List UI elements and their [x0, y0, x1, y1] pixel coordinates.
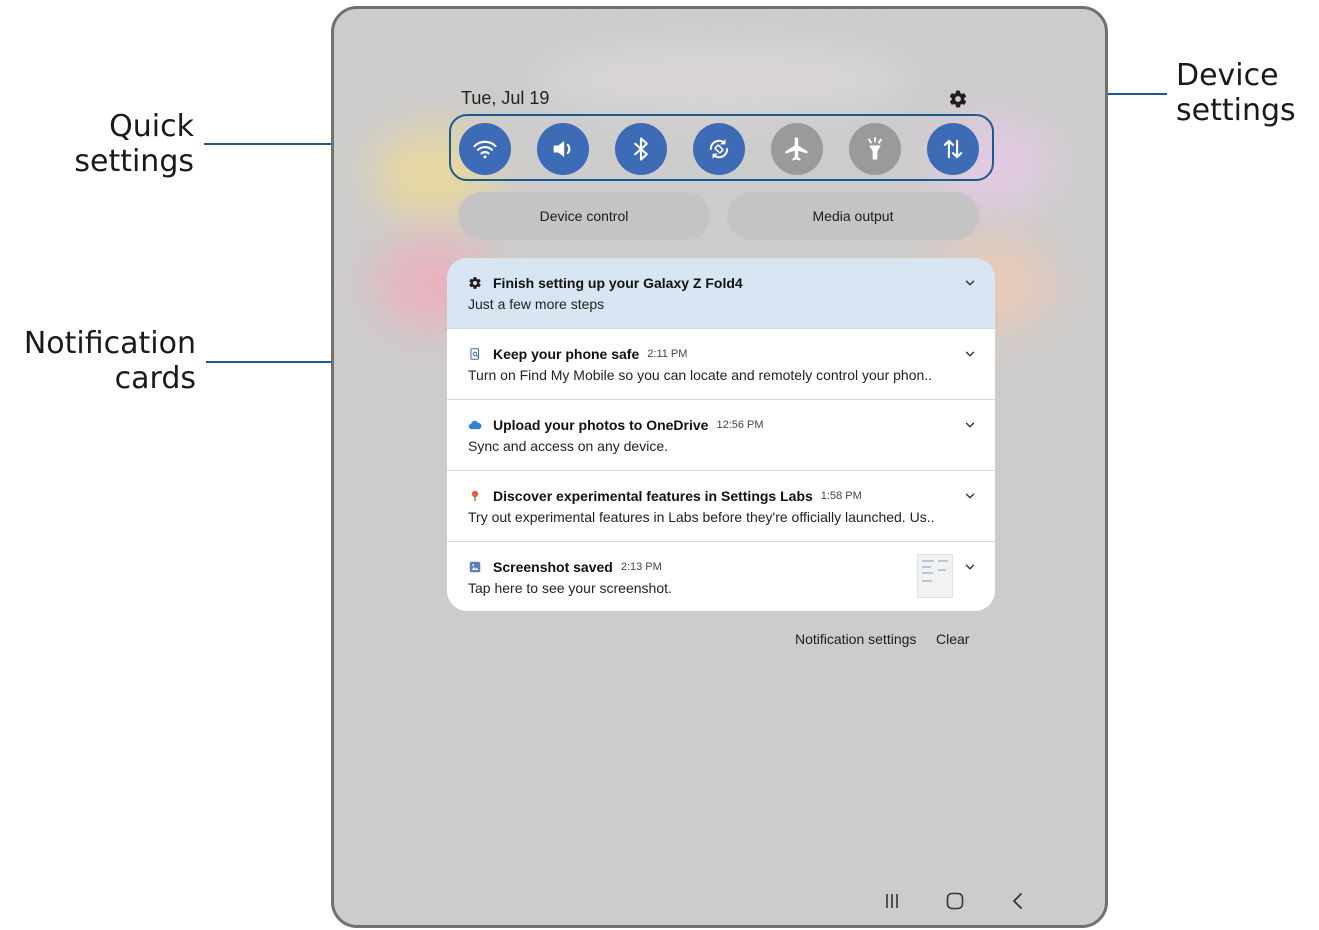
- notification-card-setup[interactable]: Finish setting up your Galaxy Z Fold4 Ju…: [447, 258, 995, 329]
- notification-time: 2:13 PM: [620, 561, 662, 573]
- tablet-screen: Tue, Jul 19 Device control Media output …: [331, 6, 1108, 928]
- notification-card-settings-labs[interactable]: Discover experimental features in Settin…: [447, 471, 995, 542]
- device-control-button[interactable]: Device control: [458, 192, 710, 240]
- callout-device-settings-line2: settings: [1176, 93, 1296, 128]
- flashlight-toggle[interactable]: [849, 123, 901, 175]
- callout-notification-cards: Notification cards: [4, 326, 196, 396]
- notification-card-find-mobile[interactable]: Keep your phone safe 2:11 PM Turn on Fin…: [447, 329, 995, 400]
- chevron-down-icon[interactable]: [963, 489, 977, 503]
- screenshot-icon: [469, 561, 481, 573]
- notification-cards: Finish setting up your Galaxy Z Fold4 Ju…: [447, 258, 995, 611]
- callout-quick-settings-line2: settings: [74, 144, 194, 179]
- date-label: Tue, Jul 19: [461, 88, 550, 108]
- flashlight-icon: [868, 136, 882, 160]
- notification-settings-link[interactable]: Notification settings: [795, 631, 916, 647]
- callout-notification-cards-line2: cards: [114, 361, 196, 396]
- notification-card-onedrive[interactable]: Upload your photos to OneDrive 12:56 PM …: [447, 400, 995, 471]
- notification-title-row: Upload your photos to OneDrive 12:56 PM: [468, 416, 975, 434]
- onedrive-cloud-icon: [468, 420, 482, 430]
- gear-icon[interactable]: [948, 89, 968, 109]
- chevron-down-icon[interactable]: [963, 347, 977, 361]
- notification-title: Screenshot saved: [493, 559, 613, 575]
- notification-body: Try out experimental features in Labs be…: [468, 509, 935, 525]
- callout-device-settings: Device settings: [1176, 58, 1316, 128]
- notification-title-row: Finish setting up your Galaxy Z Fold4: [468, 274, 975, 292]
- notification-time: 2:11 PM: [647, 348, 688, 360]
- home-icon[interactable]: [943, 889, 967, 913]
- callout-device-settings-line1: Device: [1176, 58, 1279, 93]
- bluetooth-icon: [634, 137, 648, 161]
- recent-apps-icon[interactable]: [880, 889, 904, 913]
- background-blur: [534, 49, 914, 109]
- notification-title-row: Discover experimental features in Settin…: [468, 487, 975, 505]
- settings-labs-icon: [471, 490, 479, 502]
- bluetooth-toggle[interactable]: [615, 123, 667, 175]
- chevron-down-icon[interactable]: [963, 276, 977, 290]
- clear-button[interactable]: Clear: [936, 631, 969, 647]
- notification-title: Upload your photos to OneDrive: [493, 417, 709, 433]
- airplane-mode-icon: [785, 137, 808, 161]
- wifi-icon: [473, 140, 497, 159]
- notification-body: Tap here to see your screenshot.: [468, 580, 672, 596]
- notification-card-screenshot[interactable]: Screenshot saved 2:13 PM Tap here to see…: [447, 542, 995, 611]
- notification-body: Turn on Find My Mobile so you can locate…: [468, 367, 933, 383]
- sound-icon: [553, 140, 571, 158]
- notification-time: 1:58 PM: [820, 490, 862, 502]
- mobile-data-toggle[interactable]: [927, 123, 979, 175]
- sound-toggle[interactable]: [537, 123, 589, 175]
- callout-quick-settings-line1: Quick: [109, 109, 194, 144]
- notification-title-row: Keep your phone safe 2:11 PM: [468, 345, 975, 363]
- chevron-down-icon[interactable]: [963, 418, 977, 432]
- media-output-button[interactable]: Media output: [727, 192, 979, 240]
- auto-rotate-toggle[interactable]: [693, 123, 745, 175]
- wifi-toggle[interactable]: [459, 123, 511, 175]
- gear-icon: [469, 277, 481, 289]
- notification-time: 12:56 PM: [716, 419, 764, 431]
- auto-rotate-icon: [709, 139, 729, 159]
- notification-title: Discover experimental features in Settin…: [493, 488, 813, 504]
- chevron-down-icon[interactable]: [963, 560, 977, 574]
- notification-body: Just a few more steps: [468, 296, 605, 312]
- screenshot-thumbnail[interactable]: [917, 554, 953, 598]
- find-mobile-icon: [470, 348, 480, 360]
- notification-body: Sync and access on any device.: [468, 438, 669, 454]
- notification-title: Finish setting up your Galaxy Z Fold4: [493, 275, 743, 291]
- notification-title-row: Screenshot saved 2:13 PM: [468, 558, 975, 576]
- back-icon[interactable]: [1006, 889, 1030, 913]
- mobile-data-icon: [943, 139, 963, 159]
- notification-title: Keep your phone safe: [493, 346, 640, 362]
- airplane-mode-toggle[interactable]: [771, 123, 823, 175]
- callout-notification-cards-line1: Notification: [23, 326, 196, 361]
- callout-quick-settings: Quick settings: [62, 109, 194, 179]
